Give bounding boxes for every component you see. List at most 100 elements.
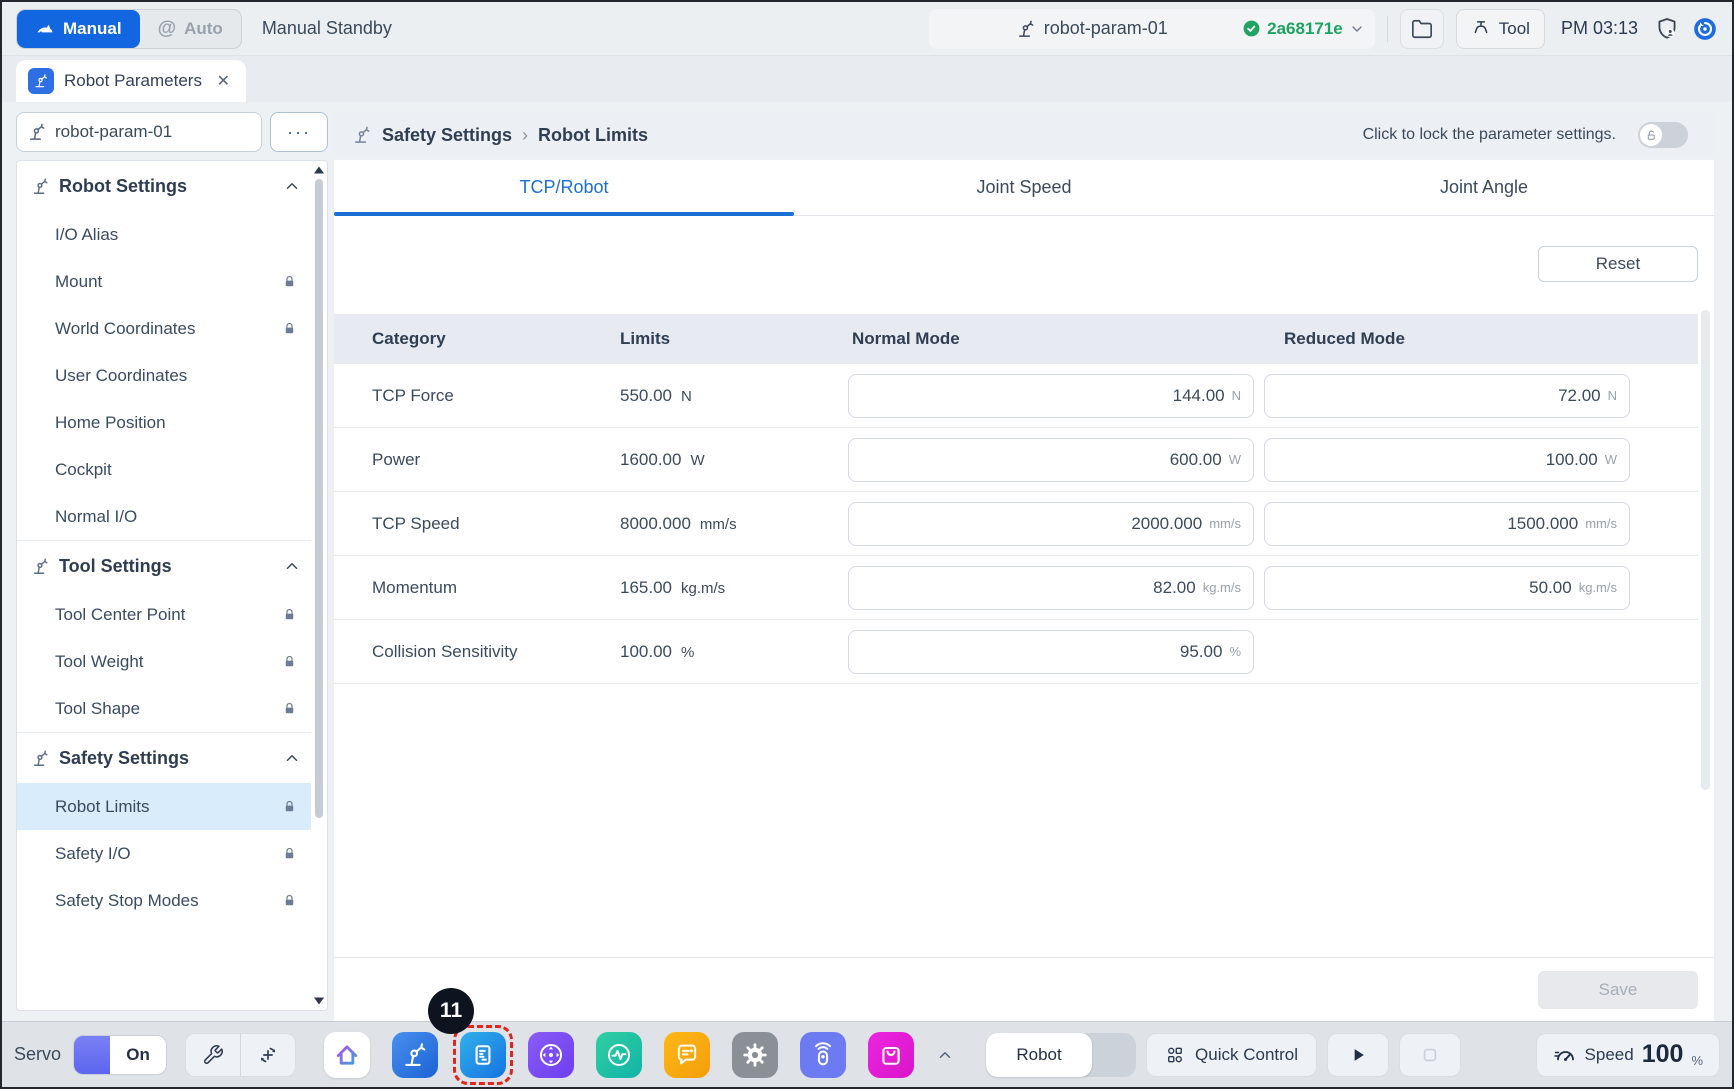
sidebar-group-tool-settings[interactable]: Tool Settings <box>17 541 311 591</box>
jog-axis-button[interactable] <box>241 1034 295 1076</box>
reduced-mode-input[interactable]: 1500.000mm/s <box>1264 502 1630 546</box>
nav-item-label: Tool Weight <box>55 652 144 672</box>
normal-mode-input[interactable]: 95.00% <box>848 630 1254 674</box>
auto-mode-button[interactable]: @ Auto <box>140 10 241 48</box>
reduced-mode-input[interactable]: 100.00W <box>1264 438 1630 482</box>
robot-icon <box>31 557 50 576</box>
stop-button[interactable] <box>1399 1033 1461 1077</box>
quick-control-label: Quick Control <box>1195 1045 1298 1065</box>
lock-icon <box>282 701 297 716</box>
save-button[interactable]: Save <box>1538 971 1698 1009</box>
robot-parameters-icon <box>28 68 54 94</box>
sidebar-item-i-o-alias[interactable]: I/O Alias <box>17 211 311 258</box>
sidebar-item-tool-weight[interactable]: Tool Weight <box>17 638 311 685</box>
sidebar-item-mount[interactable]: Mount <box>17 258 311 305</box>
sidebar-item-home-position[interactable]: Home Position <box>17 399 311 446</box>
active-param-file[interactable]: robot-param-01 2a68171e <box>929 9 1375 49</box>
recovery-button[interactable] <box>1692 16 1718 42</box>
sidebar-group-robot-settings[interactable]: Robot Settings <box>17 161 311 211</box>
param-name-value: robot-param-01 <box>55 122 172 142</box>
speed-button[interactable]: Speed 100 % <box>1536 1033 1720 1077</box>
main-scrollbar[interactable] <box>1701 310 1710 790</box>
tool-button[interactable]: Tool <box>1456 9 1545 49</box>
settings-app-icon[interactable] <box>732 1032 778 1078</box>
mode-switch: Manual @ Auto <box>16 9 242 49</box>
robot-sim-toggle[interactable]: Robot <box>986 1033 1136 1077</box>
store-app-icon[interactable] <box>868 1032 914 1078</box>
reset-button[interactable]: Reset <box>1538 246 1698 282</box>
speed-label: Speed <box>1585 1045 1634 1065</box>
quick-control-icon <box>1165 1045 1185 1065</box>
open-file-button[interactable] <box>1400 9 1444 49</box>
remote-app-icon[interactable] <box>800 1032 846 1078</box>
nav-item-label: User Coordinates <box>55 366 187 386</box>
param-name-input[interactable]: robot-param-01 <box>16 112 262 152</box>
speed-gauge-icon <box>1553 1043 1577 1067</box>
sidebar-item-cockpit[interactable]: Cockpit <box>17 446 311 493</box>
nav-item-label: Tool Center Point <box>55 605 185 625</box>
sidebar-item-robot-limits[interactable]: Robot Limits <box>17 783 311 830</box>
tab-tcp-robot[interactable]: TCP/Robot <box>334 160 794 215</box>
safety-user-button[interactable] <box>1654 16 1680 42</box>
monitor-app-icon[interactable] <box>596 1032 642 1078</box>
sidebar-item-user-coordinates[interactable]: User Coordinates <box>17 352 311 399</box>
settings-nav: Robot Settings I/O Alias Mount World Coo… <box>16 160 328 1011</box>
jog-app-icon[interactable] <box>528 1032 574 1078</box>
breadcrumb-section[interactable]: Safety Settings <box>382 125 512 146</box>
sidebar-item-normal-i-o[interactable]: Normal I/O <box>17 493 311 540</box>
chevron-up-icon <box>283 177 301 195</box>
wrench-button[interactable] <box>186 1034 240 1076</box>
reduced-mode-input[interactable]: 50.00kg.m/s <box>1264 566 1630 610</box>
unlock-icon <box>1645 129 1658 142</box>
limits-table: Category Limits Normal Mode Reduced Mode… <box>334 314 1698 684</box>
servo-label: Servo <box>14 1044 61 1065</box>
param-file-name: robot-param-01 <box>1044 18 1168 39</box>
parameter-lock-toggle[interactable] <box>1638 122 1688 148</box>
document-app-icon[interactable] <box>460 1032 506 1078</box>
reduced-mode-input[interactable]: 72.00N <box>1264 374 1630 418</box>
col-category: Category <box>334 329 564 349</box>
home-icon[interactable] <box>324 1032 370 1078</box>
param-more-button[interactable]: ··· <box>270 112 328 152</box>
commit-dropdown[interactable]: 2a68171e <box>1242 9 1365 49</box>
close-tab-icon[interactable]: ✕ <box>213 71 234 91</box>
speed-value: 100 <box>1642 1040 1684 1069</box>
tab-joint-angle[interactable]: Joint Angle <box>1254 160 1714 215</box>
manual-mode-button[interactable]: Manual <box>17 10 140 48</box>
lock-hint-text: Click to lock the parameter settings. <box>1363 126 1616 144</box>
sidebar-item-safety-stop-modes[interactable]: Safety Stop Modes <box>17 877 311 924</box>
app-window: Manual @ Auto Manual Standby robot-param… <box>0 0 1734 1089</box>
table-body: TCP Force 550.00N 144.00N 72.00N Power 1… <box>334 364 1698 684</box>
bottom-dock: Servo On <box>2 1021 1732 1087</box>
robot-app-icon[interactable] <box>392 1032 438 1078</box>
sidebar-scrollbar[interactable] <box>311 161 326 1010</box>
scroll-down-icon[interactable] <box>313 996 325 1006</box>
sidebar-item-tool-center-point[interactable]: Tool Center Point <box>17 591 311 638</box>
table-row: Collision Sensitivity 100.00% 95.00% <box>334 620 1698 684</box>
robot-icon <box>1016 19 1036 39</box>
servo-toggle[interactable]: On <box>73 1035 167 1075</box>
scroll-up-icon[interactable] <box>313 165 325 175</box>
table-row: Power 1600.00W 600.00W 100.00W <box>334 428 1698 492</box>
sidebar-item-tool-shape[interactable]: Tool Shape <box>17 685 311 732</box>
sidebar-item-safety-i-o[interactable]: Safety I/O <box>17 830 311 877</box>
play-button[interactable] <box>1327 1033 1389 1077</box>
tab-label: TCP/Robot <box>519 177 608 198</box>
quick-control-button[interactable]: Quick Control <box>1146 1033 1317 1077</box>
sidebar-group-safety-settings[interactable]: Safety Settings <box>17 733 311 783</box>
nav-item-label: Normal I/O <box>55 507 137 527</box>
log-app-icon[interactable] <box>664 1032 710 1078</box>
tab-joint-speed[interactable]: Joint Speed <box>794 160 1254 215</box>
sidebar-item-world-coordinates[interactable]: World Coordinates <box>17 305 311 352</box>
scrollbar-thumb[interactable] <box>315 179 323 818</box>
lock-icon <box>282 607 297 622</box>
lock-icon <box>282 799 297 814</box>
clock: PM 03:13 <box>1561 18 1638 39</box>
breadcrumb-page[interactable]: Robot Limits <box>538 125 648 146</box>
tab-robot-parameters[interactable]: Robot Parameters ✕ <box>16 60 246 102</box>
col-normal-mode: Normal Mode <box>774 329 1164 349</box>
recovery-icon <box>1692 16 1718 42</box>
nav-item-label: Home Position <box>55 413 166 433</box>
dock-collapse-icon[interactable] <box>936 1046 954 1064</box>
tab-label: Joint Angle <box>1440 177 1528 198</box>
